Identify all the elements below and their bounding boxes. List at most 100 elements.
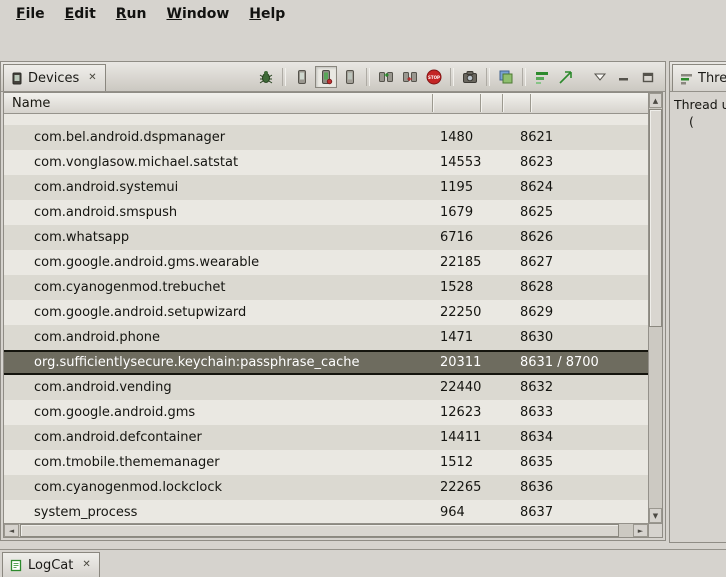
cell-pid: 22185 [432,255,480,270]
column-resize-handle[interactable] [480,94,481,112]
table-row[interactable]: system_process 964 8637 [4,500,648,523]
table-row[interactable]: com.whatsapp 6716 8626 [4,225,648,250]
menu-edit[interactable]: Edit [55,3,106,25]
toolbar-separator [282,68,286,86]
phone-offline-icon[interactable] [339,66,361,88]
table-row[interactable]: com.android.phone 1471 8630 [4,325,648,350]
scroll-up-arrow[interactable]: ▲ [649,93,662,108]
cell-pid: 1471 [432,330,480,345]
table-row[interactable]: com.google.android.gms.wearable 22185 86… [4,250,648,275]
update-threads-icon[interactable] [531,66,553,88]
cell-port: 8623 [502,155,648,170]
toolbar-separator [366,68,370,86]
column-resize-handle[interactable] [530,94,531,112]
scroll-right-arrow[interactable]: ► [633,524,648,537]
logcat-tab-label: LogCat [28,558,73,573]
column-resize-handle[interactable] [502,94,503,112]
cell-pid: 1512 [432,455,480,470]
cell-name: com.whatsapp [4,230,432,245]
vertical-scrollbar[interactable]: ▲ ▼ [648,93,662,523]
horizontal-scrollbar[interactable]: ◄ ► [4,523,648,537]
menu-help[interactable]: Help [239,3,295,25]
scroll-down-arrow[interactable]: ▼ [649,508,662,523]
gallery-icon[interactable] [495,66,517,88]
table-row[interactable]: com.android.systemui 1195 8624 [4,175,648,200]
horizontal-scroll-thumb[interactable] [20,524,619,537]
cell-port: 8637 [502,505,648,520]
menu-file[interactable]: File [6,3,55,25]
close-icon[interactable]: ✕ [81,560,91,570]
threads-content: Thread up ( [670,92,726,543]
cell-pid: 14553 [432,155,480,170]
threads-tabbar: Threads [670,62,726,92]
cell-name: com.cyanogenmod.lockclock [4,480,432,495]
threads-message-line1: Thread up [674,97,726,112]
table-row[interactable]: com.google.android.setupwizard 22250 862… [4,300,648,325]
cell-port: 8626 [502,230,648,245]
cell-port: 8628 [502,280,648,295]
table-row[interactable]: com.bel.android.dspmanager 1480 8621 [4,125,648,150]
table-row[interactable]: com.cyanogenmod.trebuchet 1528 8628 [4,275,648,300]
table-row[interactable]: com.google.android.gms 12623 8633 [4,400,648,425]
menu-run[interactable]: Run [106,3,157,25]
tab-threads[interactable]: Threads [672,64,726,91]
close-icon[interactable]: ✕ [87,73,97,83]
devices-toolbar: STOP [255,64,659,90]
cell-port: 8629 [502,305,648,320]
phone-online-icon[interactable] [315,66,337,88]
cell-port: 8621 [502,130,648,145]
cell-name: com.android.phone [4,330,432,345]
devices-tabbar: Devices ✕ [1,62,665,92]
maximize-icon[interactable] [637,66,659,88]
cell-pid: 22265 [432,480,480,495]
cell-name: com.google.android.gms [4,405,432,420]
table-row[interactable]: com.tmobile.thememanager 1512 8635 [4,450,648,475]
table-header: Name [4,93,648,114]
cell-port: 8624 [502,180,648,195]
view-menu-dropdown-icon[interactable] [589,66,611,88]
reset-adb-icon[interactable] [399,66,421,88]
toolbar-separator [522,68,526,86]
cell-pid: 14411 [432,430,480,445]
menu-bar: FileEditRunWindowHelp [0,0,726,27]
cell-pid: 20311 [432,355,480,370]
cell-port: 8632 [502,380,648,395]
table-row[interactable]: com.android.defcontainer 14411 8634 [4,425,648,450]
toolbar-separator [450,68,454,86]
vertical-scroll-thumb[interactable] [649,109,662,327]
row-filler [4,114,648,125]
devices-table: Name com.bel.android.dspmanager 1480 862… [3,92,663,538]
table-row[interactable]: com.android.vending 22440 8632 [4,375,648,400]
column-header-name[interactable]: Name [4,96,50,111]
cell-port: 8635 [502,455,648,470]
minimize-icon[interactable] [613,66,635,88]
menu-window[interactable]: Window [156,3,239,25]
cell-name: com.vonglasow.michael.satstat [4,155,432,170]
table-row[interactable]: org.sufficientlysecure.keychain:passphra… [4,350,648,375]
phone-icon[interactable] [291,66,313,88]
cell-pid: 12623 [432,405,480,420]
tab-logcat[interactable]: LogCat ✕ [2,552,100,577]
column-resize-handle[interactable] [432,94,433,112]
table-row[interactable]: com.vonglasow.michael.satstat 14553 8623 [4,150,648,175]
table-row[interactable]: com.android.smspush 1679 8625 [4,200,648,225]
cell-port: 8633 [502,405,648,420]
cell-name: com.google.android.gms.wearable [4,255,432,270]
devices-tab-icon [11,72,23,85]
scroll-left-arrow[interactable]: ◄ [4,524,19,537]
cell-pid: 1480 [432,130,480,145]
tab-devices[interactable]: Devices ✕ [3,64,106,91]
cell-name: com.android.systemui [4,180,432,195]
svg-text:STOP: STOP [428,75,440,80]
stop-process-icon[interactable]: STOP [423,66,445,88]
threads-tab-icon [680,72,693,85]
cell-name: com.google.android.setupwizard [4,305,432,320]
cell-port: 8630 [502,330,648,345]
screenshot-camera-icon[interactable] [459,66,481,88]
table-row[interactable]: com.cyanogenmod.lockclock 22265 8636 [4,475,648,500]
logcat-tabbar: LogCat ✕ [0,549,726,577]
update-heap-icon[interactable] [555,66,577,88]
debug-icon[interactable] [255,66,277,88]
sync-phones-icon[interactable] [375,66,397,88]
cell-name: com.cyanogenmod.trebuchet [4,280,432,295]
